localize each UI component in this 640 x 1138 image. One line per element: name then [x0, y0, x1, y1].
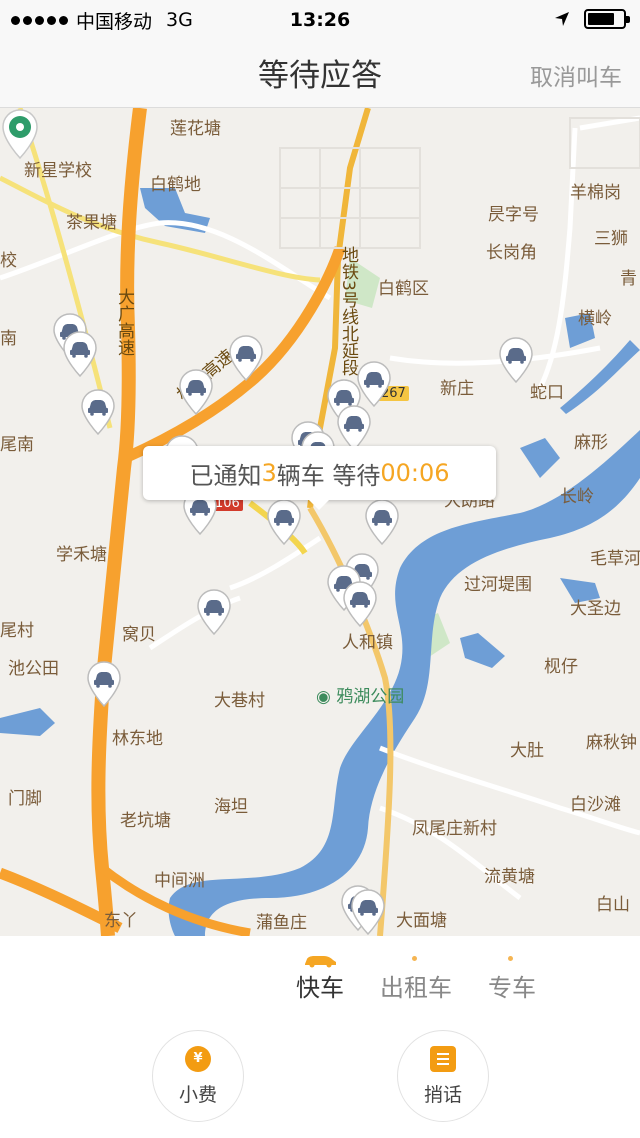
map-place-label: 东丫 — [104, 911, 138, 931]
map-place-label: 长岗角 — [486, 243, 537, 263]
map-place-label: 白沙滩 — [570, 795, 621, 815]
network-type: 3G — [166, 9, 193, 31]
tab-express[interactable]: 快车 — [296, 968, 344, 1003]
map-place-label: 白鹤地 — [150, 175, 201, 195]
map-place-label: 林东地 — [112, 729, 163, 749]
map-view[interactable]: 莲花塘 新星学校 白鹤地 茶果塘 校 白鹤区 昃字号 长岗角 三狮 青 羊棉岗 … — [0, 108, 640, 936]
map-place-label: 尾南 — [0, 435, 34, 455]
map-place-label: 茶果塘 — [66, 213, 117, 233]
car-icon — [305, 956, 336, 968]
map-place-label: 老坑塘 — [120, 811, 171, 831]
map-place-label: 尾村 — [0, 621, 34, 641]
tip-label: 小费 — [178, 1083, 217, 1106]
map-place-label: 过河堤围 — [464, 575, 532, 595]
car-pin-icon — [351, 889, 385, 936]
map-place-label: 羊棉岗 — [570, 183, 621, 203]
map-place-label: 池公田 — [8, 659, 59, 679]
park-poi-label: ◉ 鸦湖公园 — [316, 687, 405, 707]
battery-level — [588, 13, 614, 25]
message-button[interactable]: 捎话 — [397, 1030, 489, 1122]
map-place-label: 麻形 — [574, 433, 608, 453]
map-place-label: 枧仔 — [544, 657, 578, 677]
message-note-icon — [430, 1045, 456, 1072]
wait-timer: 00:06 — [380, 459, 450, 487]
message-label: 捎话 — [423, 1083, 462, 1106]
callout-middle: 辆车 等待 — [276, 461, 381, 490]
car-pin-icon — [197, 589, 231, 636]
map-place-label: 中间洲 — [154, 871, 205, 891]
map-place-label: 窝贝 — [122, 625, 156, 645]
tab-taxi[interactable]: 出租车 — [380, 968, 452, 1003]
status-bar: 中国移动 3G 13:26 — [0, 0, 640, 40]
signal-strength-icon — [11, 15, 68, 25]
cancel-ride-button[interactable]: 取消叫车 — [530, 58, 622, 92]
map-place-label: 大面塘 — [396, 911, 447, 931]
map-place-label: 蒲鱼庄 — [256, 913, 307, 933]
map-place-label: 蛇口 — [530, 383, 564, 403]
map-place-label: 麻秋钟 — [586, 733, 637, 753]
tab-indicator-dot — [412, 956, 417, 961]
map-place-label: 凤尾庄新村 — [412, 819, 497, 839]
car-pin-icon — [337, 405, 371, 452]
carrier-name: 中国移动 — [76, 10, 153, 33]
car-pin-icon — [179, 369, 213, 416]
car-pin-icon — [267, 499, 301, 546]
map-place-label: 长岭 — [560, 487, 594, 507]
map-place-label: 流黄塘 — [484, 867, 535, 887]
map-place-label: 学禾塘 — [56, 545, 107, 565]
car-pin-icon — [63, 331, 97, 378]
map-place-label: 毛草河 — [590, 549, 640, 569]
car-pin-icon — [499, 337, 533, 384]
map-place-label: 南 — [0, 329, 17, 349]
car-pin-icon — [81, 389, 115, 436]
map-place-label: 白鹤区 — [378, 279, 429, 299]
battery-icon — [584, 9, 630, 29]
map-place-label: 大肚 — [510, 741, 544, 761]
map-place-label: 人和镇 — [342, 633, 393, 653]
status-callout: 已通知 3 辆车 等待 00:06 — [143, 446, 496, 510]
map-place-label: 大巷村 — [214, 691, 265, 711]
location-arrow-icon — [555, 12, 569, 26]
bottom-panel: 快车 出租车 专车 ¥ 小费 捎话 — [0, 936, 640, 1138]
car-pin-icon — [343, 581, 377, 628]
tab-indicator-dot — [508, 956, 513, 961]
map-place-label: 大圣边 — [570, 599, 621, 619]
tip-button[interactable]: ¥ 小费 — [152, 1030, 244, 1122]
map-place-label: 昃字号 — [488, 205, 539, 225]
car-pin-icon — [87, 661, 121, 708]
user-location-pin-icon — [2, 109, 38, 160]
map-place-label: 白山 — [596, 895, 630, 915]
map-place-label: 莲花塘 — [170, 119, 221, 139]
map-place-label: 门脚 — [8, 789, 42, 809]
car-count: 3 — [261, 459, 277, 487]
yen-icon: ¥ — [185, 1045, 211, 1072]
nav-bar: 等待应答 取消叫车 — [0, 40, 640, 108]
metro-line-label: 地铁3号线北延段 — [338, 246, 358, 376]
park-icon: ◉ — [316, 687, 337, 707]
highway-label: 大广高速 — [114, 288, 134, 356]
car-pin-icon — [229, 335, 263, 382]
tab-premier[interactable]: 专车 — [488, 968, 536, 1003]
map-place-label: 海坦 — [214, 797, 248, 817]
map-place-label: 新庄 — [440, 379, 474, 399]
callout-prefix: 已通知 — [189, 461, 262, 490]
map-place-label: 三狮 — [594, 229, 628, 249]
car-pin-icon — [365, 499, 399, 546]
map-place-label: 校 — [0, 251, 17, 271]
map-place-label: 青 — [620, 269, 637, 289]
map-place-label: 横岭 — [578, 309, 612, 329]
